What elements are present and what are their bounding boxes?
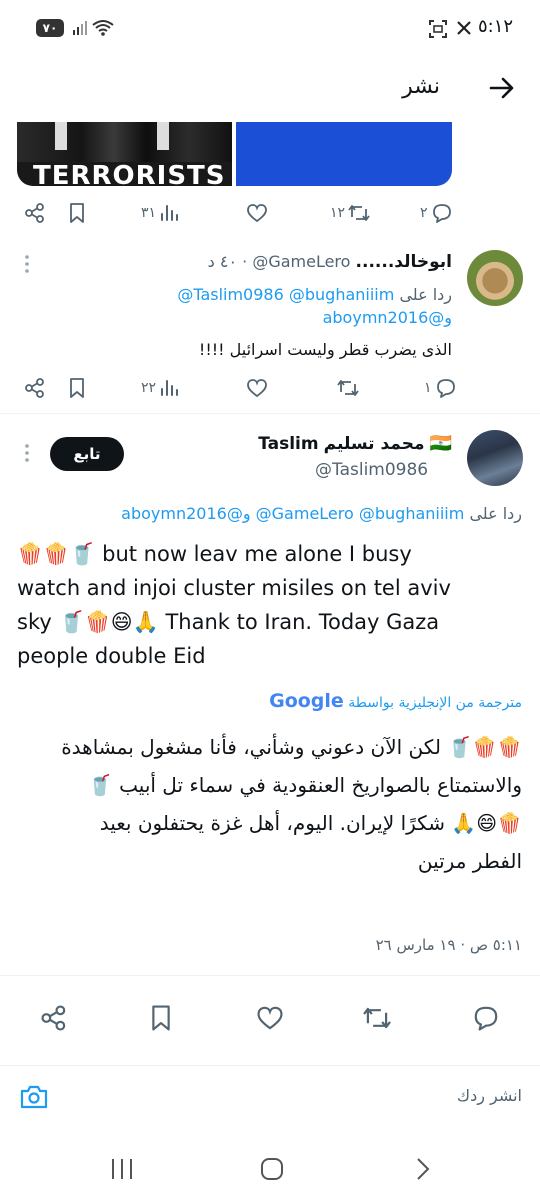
media-image-left[interactable]: TERRORISTS	[17, 122, 232, 186]
battery-indicator: ٧٠	[36, 19, 64, 37]
top-header: نشر	[0, 58, 540, 122]
media-image-right[interactable]	[236, 122, 452, 186]
author-name[interactable]: 🇮🇳 محمد تسليم Taslim	[258, 433, 452, 454]
reply-button[interactable]	[472, 1004, 500, 1032]
replying-to: ردا على @bughaniiim @Taslim0986	[177, 285, 452, 304]
translated-text: 🍿🍿🥤 لكن الآن دعوني وشأني، فأنا مشغول بمش…	[61, 735, 522, 873]
camera-button[interactable]	[20, 1085, 48, 1109]
reply-header: ابوخالد...... @GameLero · ٤٠ د	[207, 252, 452, 272]
share-icon	[25, 203, 44, 223]
comment-icon	[432, 204, 451, 223]
replying-to-cont: و@aboymn2016	[323, 308, 452, 327]
system-nav-bar	[0, 1140, 540, 1200]
share-button[interactable]	[40, 1004, 68, 1032]
back-button[interactable]	[488, 74, 516, 102]
chevron-right-icon	[417, 1158, 430, 1180]
heart-icon	[257, 1006, 283, 1030]
comment-icon	[474, 1006, 498, 1031]
wifi-icon	[92, 19, 114, 37]
divider	[0, 413, 540, 414]
user-handle[interactable]: @GameLero	[252, 252, 350, 271]
bookmark-button[interactable]	[148, 1004, 174, 1032]
share-icon	[41, 1005, 66, 1031]
tweet-actions: ٣١ ١٢ ٢	[0, 198, 540, 228]
mention-link[interactable]: @bughaniiim	[359, 504, 464, 523]
home-icon	[261, 1158, 283, 1180]
reply-button[interactable]: ٢	[420, 198, 453, 228]
tweet-text: 🍿🍿🥤 but now leav me alone I busy watch a…	[17, 542, 451, 668]
replying-to: ردا على @bughaniiim @GameLero و@aboymn20…	[121, 504, 522, 523]
like-button[interactable]	[246, 198, 268, 228]
back-nav-button[interactable]	[414, 1157, 432, 1181]
retweet-count: ١٢	[330, 205, 346, 221]
divider	[0, 975, 540, 976]
camera-icon	[20, 1085, 48, 1109]
reply-actions: ٢٢ ١	[0, 373, 540, 403]
heart-icon	[247, 204, 267, 223]
share-button[interactable]	[24, 373, 46, 403]
retweet-icon	[337, 380, 359, 396]
bookmark-button[interactable]	[67, 198, 87, 228]
reply-count: ٢	[420, 205, 428, 221]
avatar[interactable]	[467, 250, 523, 306]
analytics-icon	[161, 205, 179, 221]
bookmark-icon	[152, 1005, 170, 1031]
mention-link[interactable]: @Taslim0986	[177, 285, 283, 304]
recent-apps-icon	[112, 1159, 132, 1179]
arrow-right-icon	[489, 77, 514, 99]
more-options-icon[interactable]	[24, 443, 30, 463]
main-tweet-actions	[0, 1000, 540, 1036]
translation-attribution[interactable]: مترجمة من الإنجليزية بواسطة Google	[269, 690, 522, 712]
user-name[interactable]: ابوخالد......	[356, 252, 452, 272]
mention-link[interactable]: و@aboymn2016	[121, 504, 250, 523]
mention-link[interactable]: @bughaniiim	[289, 285, 394, 304]
bookmark-icon	[70, 378, 84, 398]
like-button[interactable]	[246, 373, 268, 403]
image-detail	[157, 122, 169, 150]
retweet-icon	[363, 1007, 391, 1029]
bookmark-icon	[70, 203, 84, 223]
analytics-icon	[161, 380, 179, 396]
x-logo-icon	[456, 20, 472, 36]
page-title: نشر	[402, 74, 440, 99]
post-timestamp: ٥:١١ ص · ١٩ مارس ٢٦	[375, 936, 522, 954]
google-logo: Google	[269, 690, 344, 712]
media-banner-text: TERRORISTS	[33, 161, 226, 186]
image-detail	[55, 122, 67, 150]
retweet-icon	[348, 205, 370, 221]
comment-icon	[436, 379, 455, 398]
share-icon	[25, 378, 44, 398]
views-button[interactable]: ٣١	[141, 198, 179, 228]
reply-input[interactable]: انشر ردك	[457, 1086, 522, 1105]
views-button[interactable]: ٢٢	[141, 373, 179, 403]
screenshot-icon	[428, 19, 448, 39]
country-flag: 🇮🇳	[429, 433, 452, 454]
mention-link[interactable]: و@aboymn2016	[323, 308, 452, 327]
mention-link[interactable]: @GameLero	[256, 504, 354, 523]
author-handle[interactable]: @Taslim0986	[315, 460, 428, 480]
status-time: ٥:١٢	[478, 16, 514, 37]
share-button[interactable]	[24, 198, 46, 228]
views-count: ٢٢	[141, 380, 157, 396]
home-button[interactable]	[260, 1157, 284, 1181]
heart-icon	[247, 379, 267, 398]
retweet-button[interactable]: ١٢	[330, 198, 370, 228]
signal-icon	[72, 20, 88, 36]
views-count: ٣١	[141, 205, 157, 221]
reply-button[interactable]: ١	[424, 373, 457, 403]
retweet-button[interactable]	[337, 373, 359, 403]
image-people	[17, 122, 232, 162]
like-button[interactable]	[256, 1005, 284, 1031]
bookmark-button[interactable]	[67, 373, 87, 403]
status-bar: ٧٠ ٥:١٢	[0, 0, 540, 58]
recent-apps-button[interactable]	[110, 1158, 134, 1180]
avatar[interactable]	[467, 430, 523, 486]
retweet-button[interactable]	[362, 1005, 392, 1031]
reply-text: الذى يضرب قطر وليست اسرائيل !!!!	[198, 340, 452, 359]
more-options-icon[interactable]	[24, 254, 30, 274]
reply-count: ١	[424, 380, 432, 396]
post-time: ٤٠ د	[207, 252, 238, 271]
reply-composer[interactable]: انشر ردك	[0, 1065, 540, 1128]
follow-button[interactable]: تابع	[50, 437, 124, 471]
